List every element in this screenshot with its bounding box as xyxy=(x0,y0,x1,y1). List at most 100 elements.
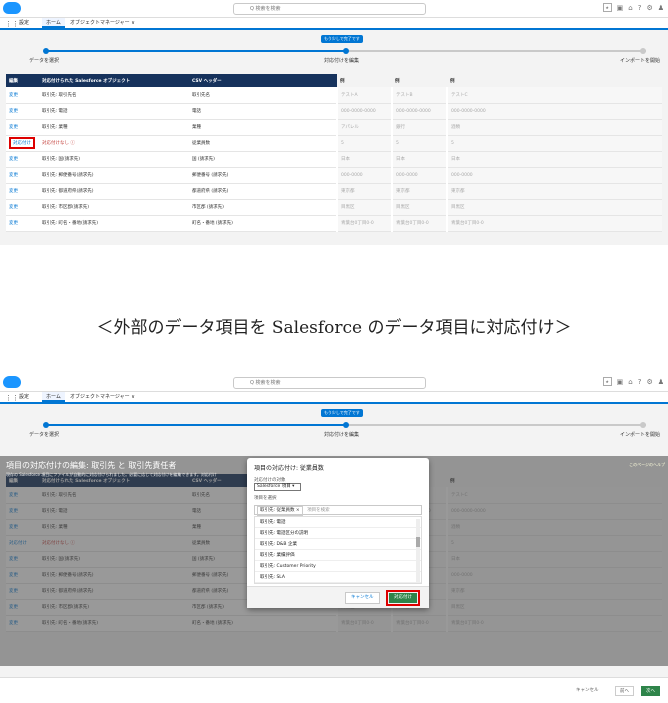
sf-field: 取引先: 郵便番号(請求先) xyxy=(39,167,189,184)
list-item[interactable]: 取引先: 電話区分の説明 xyxy=(255,528,421,539)
footer-prev-button[interactable]: 前へ xyxy=(615,686,634,696)
progress-tooltip: もう少しで完了です xyxy=(321,409,363,417)
change-link[interactable]: 変更 xyxy=(6,215,39,232)
example: 5 xyxy=(336,135,392,152)
example: 5 xyxy=(391,135,447,152)
table-row: 変更取引先: 市区郡(請求先)市区郡 (請求先)目黒区目黒区目黒区 xyxy=(6,199,662,216)
tab-home[interactable]: ホーム xyxy=(42,392,65,402)
step-dot-2[interactable] xyxy=(343,422,349,428)
csv-field: 郵便番号 (請求先) xyxy=(189,167,337,184)
favorites-icon[interactable]: ★ xyxy=(602,3,612,12)
step-dot-3[interactable] xyxy=(640,48,646,54)
step-dot-2[interactable] xyxy=(343,48,349,54)
tab-object-manager[interactable]: オブジェクトマネージャー ∨ xyxy=(66,392,139,402)
example: 日本 xyxy=(446,151,662,168)
field-search-input[interactable]: 取引先: 従業員数 × 項目を検索 xyxy=(254,505,422,516)
modal-map-button-highlight: 対応付け xyxy=(386,590,420,606)
gear-icon[interactable]: ⚙ xyxy=(646,4,652,12)
table-row: 変更取引先: 町名・番地(請求先)町名・番地 (請求先)青葉台0丁目0-0青葉台… xyxy=(6,215,662,232)
example: 酒類 xyxy=(446,119,662,136)
example: 銀行 xyxy=(391,119,447,136)
bell-icon[interactable]: ♟ xyxy=(658,4,664,12)
help-link[interactable]: このページのヘルプ xyxy=(629,462,665,468)
field-options-list: 取引先: 電話 取引先: 電話区分の説明 取引先: D&B 企業 取引先: 業績… xyxy=(254,516,422,584)
change-link[interactable]: 変更 xyxy=(6,183,39,200)
example: 青葉台0丁目0-0 xyxy=(336,215,392,232)
step-label-3: インポートを開始 xyxy=(620,432,661,438)
step-label-2: 対応付けを編集 xyxy=(324,58,360,64)
map-link-cell: 対応付け xyxy=(6,135,39,152)
example: 000-0000-0000 xyxy=(391,103,447,120)
add-icon[interactable]: ▣ xyxy=(617,378,624,386)
csv-field: 業種 xyxy=(189,119,337,136)
step-dot-1[interactable] xyxy=(43,48,49,54)
target-select[interactable]: Salesforce 項目 ▾ xyxy=(254,483,301,491)
step-label-2: 対応付けを編集 xyxy=(324,432,360,438)
modal-map-button[interactable]: 対応付け xyxy=(389,593,417,603)
footer-cancel-button[interactable]: キャンセル xyxy=(572,686,603,696)
list-item[interactable]: 取引先: 業績評価 xyxy=(255,550,421,561)
tab-object-manager[interactable]: オブジェクトマネージャー ∨ xyxy=(66,18,139,28)
mapping-table: 編集 対応付けられた Salesforce オブジェクト CSV ヘッダー 例 … xyxy=(6,74,662,232)
step-dot-1[interactable] xyxy=(43,422,49,428)
change-link[interactable]: 変更 xyxy=(6,151,39,168)
footer-next-button[interactable]: 次へ xyxy=(641,686,660,696)
example: 5 xyxy=(446,135,662,152)
example: 000-0000 xyxy=(391,167,447,184)
list-scrollbar[interactable] xyxy=(416,519,420,583)
example: テストB xyxy=(391,87,447,104)
table-row: 変更取引先: 郵便番号(請求先)郵便番号 (請求先) 000-0000000-00… xyxy=(6,167,662,184)
example: 000-0000 xyxy=(446,167,662,184)
change-link[interactable]: 変更 xyxy=(6,87,39,104)
bell-icon[interactable]: ♟ xyxy=(658,378,664,386)
trailhead-icon[interactable]: ⌂ xyxy=(628,378,632,386)
col-sf-object: 対応付けられた Salesforce オブジェクト xyxy=(39,74,189,87)
step-dot-3[interactable] xyxy=(640,422,646,428)
table-row: 対応付け対応付けなし ⓘ従業員数555 xyxy=(6,135,662,152)
change-link[interactable]: 変更 xyxy=(6,119,39,136)
list-item[interactable]: 取引先: Customer Priority xyxy=(255,561,421,572)
help-icon[interactable]: ? xyxy=(638,378,642,386)
app-launcher-icon[interactable]: ⋮⋮ xyxy=(5,19,19,29)
list-scrollbar-thumb[interactable] xyxy=(416,537,420,547)
global-search-input[interactable]: Q 検索を検索 xyxy=(233,377,426,389)
help-icon[interactable]: ? xyxy=(638,4,642,12)
example: 目黒区 xyxy=(336,199,392,216)
field-search-placeholder: 項目を検索 xyxy=(307,508,330,513)
progress-indicator: もう少しで完了です データを選択 対応付けを編集 インポートを開始 xyxy=(0,404,668,448)
map-link[interactable]: 対応付け xyxy=(9,137,35,149)
field-mapping-modal: 項目の対応付け: 従業員数 対応付けの対象 Salesforce 項目 ▾ 項目… xyxy=(247,458,429,608)
list-item[interactable]: 取引先: 電話 xyxy=(255,517,421,528)
header-tools: ★ ▣ ⌂ ? ⚙ ♟ xyxy=(602,3,664,12)
tab-home[interactable]: ホーム xyxy=(42,18,65,28)
change-link[interactable]: 変更 xyxy=(6,103,39,120)
select-field-label: 項目を選択 xyxy=(254,496,277,501)
change-link[interactable]: 変更 xyxy=(6,199,39,216)
app-nav: ⋮⋮ 設定 ホーム オブジェクトマネージャー ∨ xyxy=(0,392,668,404)
favorites-icon[interactable]: ★ xyxy=(602,377,612,386)
selected-field-pill[interactable]: 取引先: 従業員数 × xyxy=(257,506,303,516)
change-link[interactable]: 変更 xyxy=(6,167,39,184)
example: 青葉台0丁目0-0 xyxy=(391,215,447,232)
close-icon[interactable]: × xyxy=(296,508,300,513)
col-example-2: 例 xyxy=(392,74,447,87)
example: 東京都 xyxy=(391,183,447,200)
csv-field: 取引先名 xyxy=(189,87,337,104)
step-label-1: データを選択 xyxy=(29,58,60,64)
global-search-input[interactable]: Q 検索を検索 xyxy=(233,3,426,15)
mapping-screen-top: Q 検索を検索 ★ ▣ ⌂ ? ⚙ ♟ ⋮⋮ 設定 ホーム オブジェクトマネージ… xyxy=(0,0,668,245)
example: 青葉台0丁目0-0 xyxy=(446,215,662,232)
caption: ＜外部のデータ項目を Salesforce のデータ項目に対応付け＞ xyxy=(96,318,572,338)
modal-cancel-button[interactable]: キャンセル xyxy=(345,592,380,604)
list-item[interactable]: 取引先: D&B 企業 xyxy=(255,539,421,550)
trailhead-icon[interactable]: ⌂ xyxy=(628,4,632,12)
wizard-footer: キャンセル 前へ 次へ xyxy=(0,677,668,703)
list-item[interactable]: 取引先: SLA xyxy=(255,572,421,583)
table-header-row: 編集 対応付けられた Salesforce オブジェクト CSV ヘッダー 例 … xyxy=(6,74,662,87)
app-launcher-icon[interactable]: ⋮⋮ xyxy=(5,393,19,403)
step-label-3: インポートを開始 xyxy=(620,58,661,64)
sf-field: 取引先: 電話 xyxy=(39,103,189,120)
col-csv-header: CSV ヘッダー xyxy=(189,74,337,87)
add-icon[interactable]: ▣ xyxy=(617,4,624,12)
gear-icon[interactable]: ⚙ xyxy=(646,378,652,386)
